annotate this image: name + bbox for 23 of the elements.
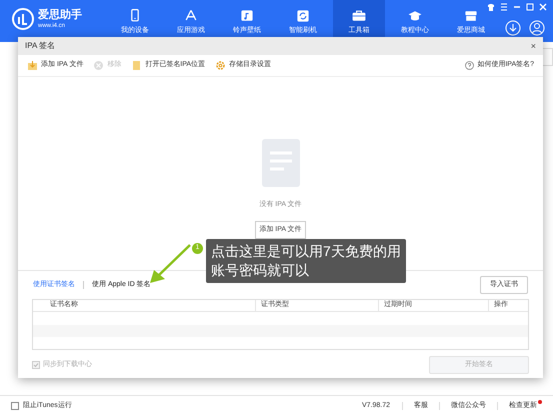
folder-icon: [131, 60, 142, 71]
user-icon[interactable]: [529, 20, 545, 36]
toolbox-icon: [351, 8, 367, 24]
gear-icon: [215, 60, 226, 71]
maximize-icon[interactable]: [526, 3, 534, 11]
refresh-icon: [295, 8, 311, 24]
arrow-icon: [148, 243, 192, 285]
list-icon[interactable]: [500, 3, 508, 11]
help-icon[interactable]: [465, 61, 474, 70]
add-icon: [27, 60, 38, 71]
check-icon: [33, 362, 39, 368]
logo-icon: [12, 8, 34, 30]
store-icon: [463, 8, 479, 24]
music-icon: [239, 8, 255, 24]
dialog-title: IPA 签名: [25, 40, 56, 52]
download-icon[interactable]: [505, 20, 521, 36]
callout-tooltip: 点击这里是可以用7天免费的用账号密码就可以: [206, 239, 406, 283]
close-button[interactable]: ×: [530, 42, 536, 50]
shirt-icon[interactable]: [487, 3, 495, 11]
remove-icon: [93, 60, 104, 71]
app-name: 爱思助手: [38, 10, 82, 20]
close-icon[interactable]: [539, 3, 547, 11]
checkbox[interactable]: [11, 402, 19, 410]
